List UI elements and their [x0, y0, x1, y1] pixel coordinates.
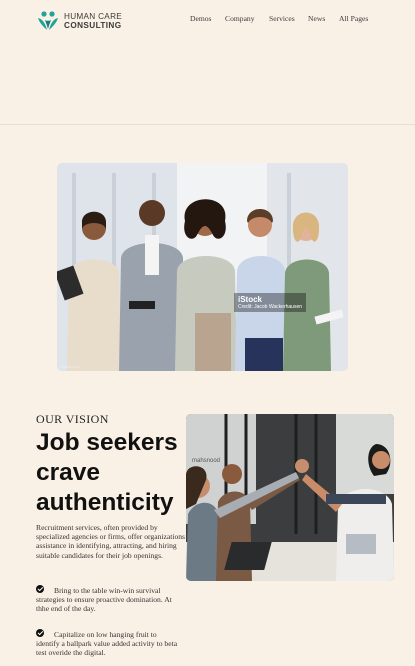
- section-body: Recruitment services, often provided by …: [36, 523, 186, 560]
- bullet-item: Bring to the table win-win survival stra…: [36, 585, 186, 614]
- nav-news[interactable]: News: [308, 14, 339, 23]
- bullet-item: Capitalize on low hanging fruit to ident…: [36, 629, 186, 658]
- high-five-illustration: mahsnood: [186, 414, 394, 581]
- nav-all-pages[interactable]: All Pages: [339, 14, 368, 23]
- watermark-brand: iStock: [238, 295, 263, 304]
- brand-line-1: HUMAN CARE: [64, 12, 123, 21]
- check-icon: [36, 629, 44, 637]
- bullet-first-line: Bring to the table win-win survival: [54, 586, 161, 595]
- nav-services[interactable]: Services: [269, 14, 308, 23]
- bullet-first-line: Capitalize on low hanging fruit to: [54, 630, 157, 639]
- team-photo: iStock Credit: Jacob Wackerhausen iStock…: [57, 163, 348, 371]
- brand-line-2: CONSULTING: [64, 21, 122, 30]
- people-care-icon: [38, 11, 58, 30]
- nav-company[interactable]: Company: [225, 14, 269, 23]
- stock-watermark: iStock Credit: Jacob Wackerhausen: [234, 293, 307, 312]
- high-five-photo: mahsnood: [186, 414, 394, 581]
- brand-logo[interactable]: HUMAN CARE CONSULTING: [36, 9, 122, 33]
- section-headline: Job seekers crave authenticity: [36, 429, 178, 516]
- main-nav: Demos Company Services News All Pages: [190, 14, 368, 23]
- wall-sign: mahsnood: [192, 458, 220, 464]
- team-photo-illustration: [57, 163, 348, 371]
- brand-name: HUMAN CARE CONSULTING: [64, 12, 122, 30]
- corner-watermark: iStock.com: [60, 364, 80, 369]
- bullet-rest: strategies to ensure proactive dominatio…: [36, 595, 172, 614]
- section-eyebrow: OUR VISION: [36, 412, 109, 426]
- bullet-rest: identify a ballpark value added activity…: [36, 639, 178, 658]
- nav-demos[interactable]: Demos: [190, 14, 225, 23]
- check-icon: [36, 585, 44, 593]
- site-header: HUMAN CARE CONSULTING Demos Company Serv…: [0, 0, 415, 125]
- watermark-credit: Credit: Jacob Wackerhausen: [238, 304, 303, 310]
